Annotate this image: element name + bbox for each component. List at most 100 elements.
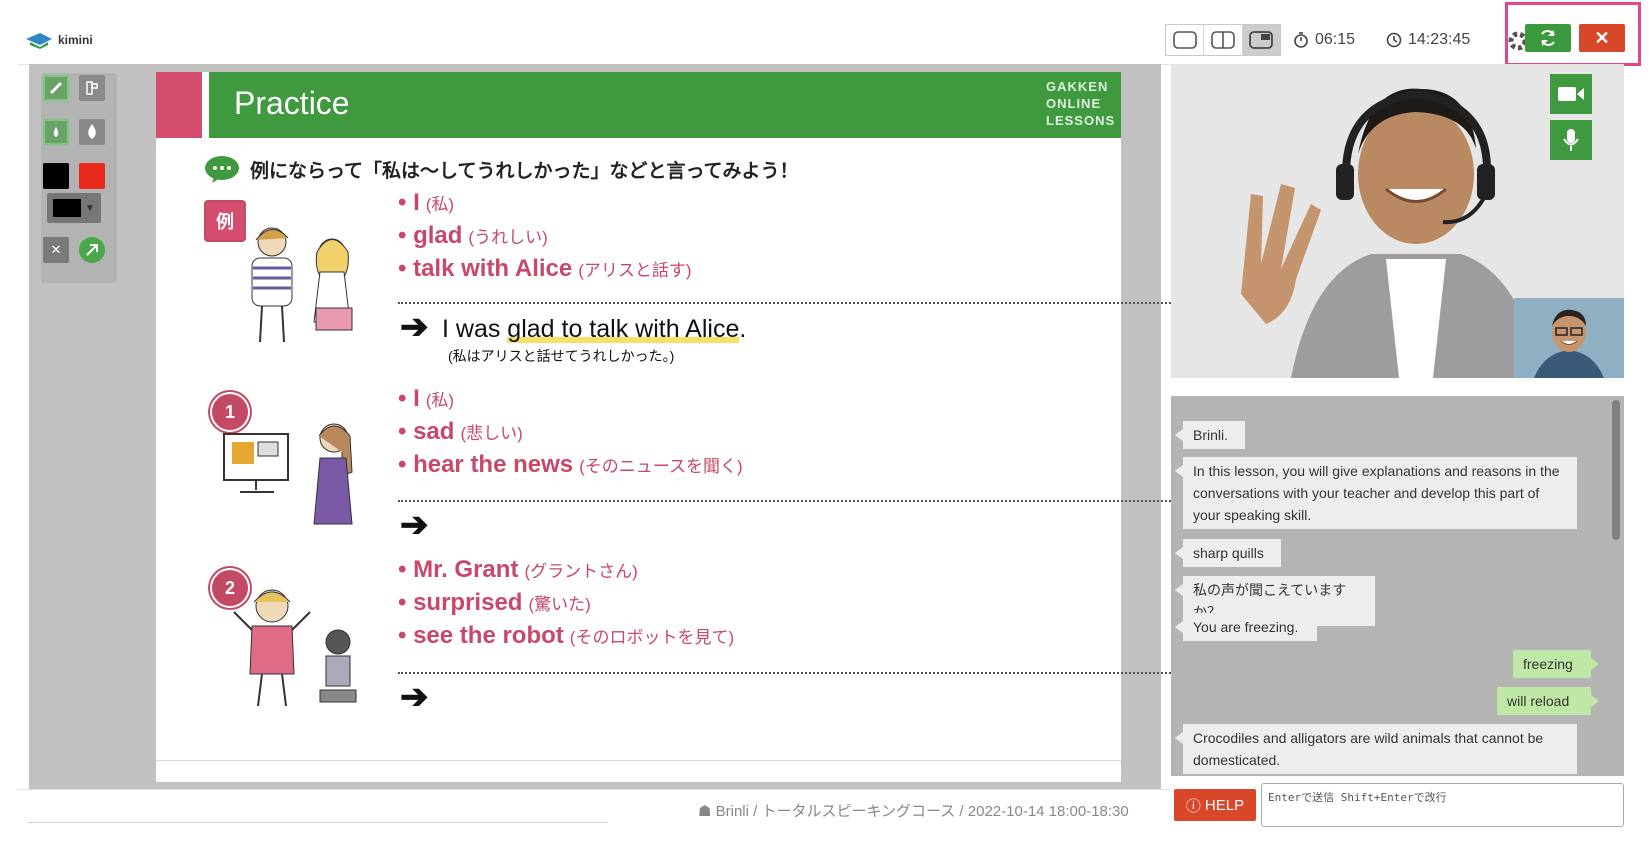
header-accent [156,72,202,138]
bullet-jp: (私) [425,195,455,214]
answer-highlight: glad to talk with Alice [507,315,740,343]
teacher-icon: ☗ [698,803,716,820]
chat-message: You are freezing. [1175,613,1317,641]
lesson-info-text: Brinli / トータルスピーキングコース / 2022-10-14 18:0… [715,803,1129,820]
drop-large-icon [88,124,96,139]
reload-button[interactable] [1525,24,1571,52]
bullet-en: sad [413,418,455,445]
help-button[interactable]: ⓘ HELP [1174,789,1256,821]
example-illustration [251,227,353,343]
bullet-jp: (私) [425,391,455,410]
layout-single-icon [1172,31,1197,49]
item-2-illustration [233,589,357,707]
end-lesson-button[interactable]: ✕ [1579,24,1625,52]
self-video [1514,298,1624,378]
layout-video-button[interactable] [1242,25,1280,55]
refresh-icon [1541,30,1555,46]
slide-footer-line [156,760,1121,761]
color-red-swatch[interactable] [79,163,105,189]
arrow-right-icon: ➔ [400,678,429,716]
microphone-icon [1563,129,1579,151]
camera-toggle-button[interactable] [1550,74,1592,114]
lesson-slide: Practice GAKKEN ONLINE LESSONS 例にならって「私は… [156,72,1243,782]
clock-icon [1386,32,1402,48]
kimini-logo: kimini [26,28,93,52]
publisher-line-1: GAKKEN [1046,79,1109,94]
help-label: HELP [1204,796,1245,814]
pointer-button[interactable] [79,237,105,263]
bullet-en: surprised [413,589,523,616]
stamp-tool-button[interactable] [79,75,105,101]
bullet-en: hear the news [413,451,574,478]
item-2-bullet-2: • surprised (驚いた) [398,589,591,616]
color-dropdown[interactable]: ▼ [47,193,101,223]
brand-name: kimini [58,33,93,47]
pen-tool-button[interactable] [43,75,69,101]
chat-panel[interactable]: Brinli. In this lesson, you will give ex… [1171,396,1624,776]
student-image [1514,298,1624,378]
chat-message: freezing [1513,650,1599,678]
divider [398,672,1243,674]
arrow-up-right-icon [86,244,98,256]
lesson-info: ☗ Brinli / トータルスピーキングコース / 2022-10-14 18… [698,800,1129,821]
bullet-en: I [413,385,420,412]
chat-message: Brinli. [1175,421,1245,449]
graduation-cap-icon [26,33,52,49]
bullet-en: glad [413,222,463,249]
chat-scrollbar[interactable] [1612,400,1620,540]
chat-input[interactable]: Enterで送信 Shift+Enterで改行 [1261,783,1624,827]
example-bullet-1: • I (私) [398,189,455,216]
chevron-down-icon: ▼ [85,202,95,214]
elapsed-value: 06:15 [1315,31,1356,48]
instruction-text: 例にならって「私は〜してうれしかった」などと言ってみよう！ [250,160,799,182]
gakken-logo: GAKKEN ONLINE LESSONS [1046,78,1116,129]
example-bullet-2: • glad (うれしい) [398,222,548,249]
answer-prefix: I was [442,315,508,343]
example-bullet-3: • talk with Alice (アリスと話す) [398,255,692,282]
item-1-bullet-3: • hear the news (そのニュースを聞く) [398,451,743,478]
chat-message: Crocodiles and alligators are wild anima… [1175,724,1577,774]
item-1-bullet-1: • I (私) [398,385,455,412]
arrow-right-icon: ➔ [400,308,429,346]
clock: 14:23:45 [1386,28,1470,52]
bullet-en: Mr. Grant [413,556,519,583]
divider [398,500,1243,502]
layout-video-icon [1249,31,1274,49]
thin-brush-button[interactable] [43,119,69,145]
bullet-jp: (グラントさん) [524,562,638,581]
divider [398,302,1243,304]
info-icon: ⓘ [1185,797,1201,815]
item-1-bullet-2: • sad (悲しい) [398,418,523,445]
pencil-icon [49,81,63,95]
chat-message: will reload [1497,687,1599,715]
stopwatch-icon [1294,32,1308,48]
status-field[interactable] [28,796,608,823]
chat-message: In this lesson, you will give explanatio… [1175,457,1577,529]
slide-title: Practice [234,85,350,121]
status-bar: ☗ Brinli / トータルスピーキングコース / 2022-10-14 18… [18,789,1170,830]
color-black-swatch[interactable] [43,163,69,189]
close-icon: ✕ [1594,27,1610,48]
layout-split-button[interactable] [1204,25,1243,55]
current-color-swatch [53,199,82,217]
example-answer: I was glad to talk with Alice. [442,315,746,344]
drawing-toolbar: ▼ ✕ [41,73,117,283]
slide-header: Practice GAKKEN ONLINE LESSONS [156,72,1121,138]
thick-brush-button[interactable] [79,119,105,145]
item-2-bullet-3: • see the robot (そのロボットを見て) [398,622,735,649]
publisher-line-3: LESSONS [1046,113,1116,128]
mic-toggle-button[interactable] [1550,120,1592,160]
clock-value: 14:23:45 [1408,31,1471,48]
elapsed-timer: 06:15 [1293,28,1355,52]
arrow-right-icon: ➔ [400,506,429,544]
bullet-jp: (うれしい) [468,228,548,247]
video-camera-icon [1558,87,1584,101]
bullet-en: see the robot [413,622,564,649]
layout-single-button[interactable] [1166,25,1205,55]
video-panel [1171,64,1624,378]
speech-bubble-icon [205,156,239,183]
example-answer-jp: (私はアリスと話せてうれしかった。) [448,348,675,364]
clear-button[interactable]: ✕ [43,237,69,263]
bullet-jp: (悲しい) [460,424,523,443]
bullet-jp: (そのニュースを聞く) [579,457,743,476]
